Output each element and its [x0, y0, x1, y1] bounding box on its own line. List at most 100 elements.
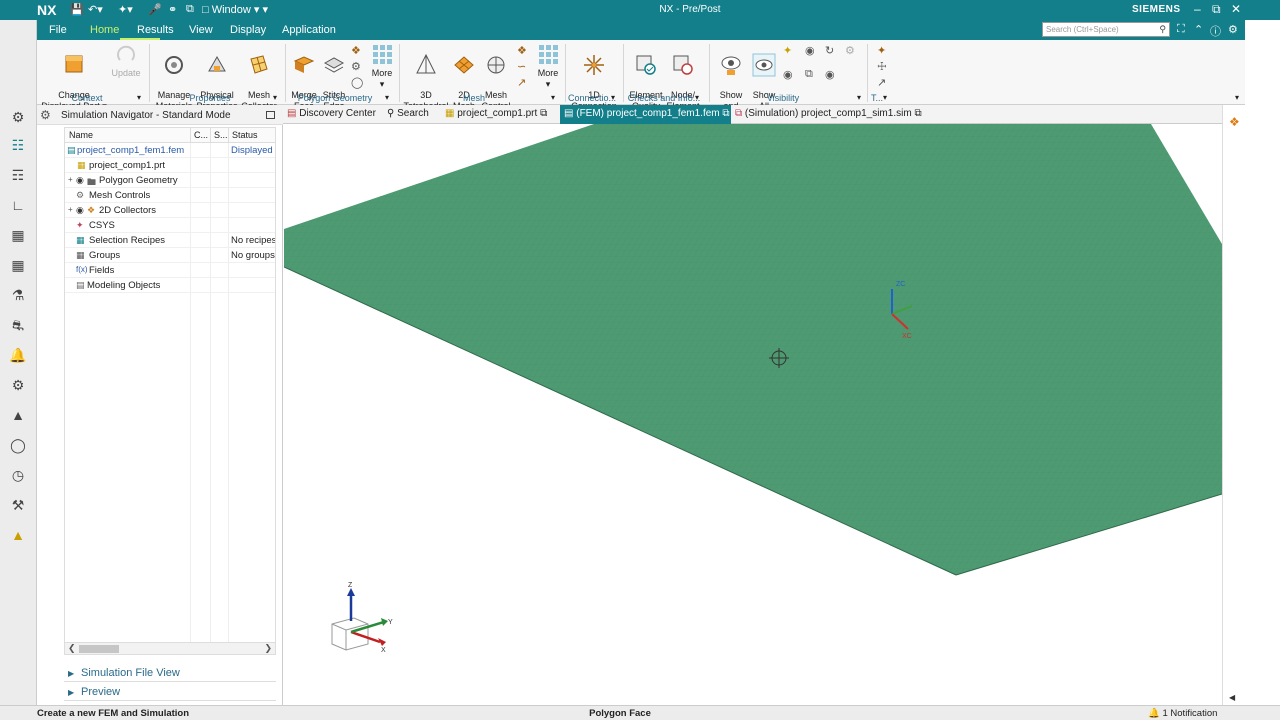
- simulation-navigator-icon[interactable]: ☷: [9, 136, 27, 154]
- history-icon[interactable]: ◷: [9, 466, 27, 484]
- ribbon-options-dropdown[interactable]: ▾: [1235, 93, 1239, 102]
- mesh-tool-icon-3[interactable]: ↗: [517, 76, 526, 89]
- eye-icon[interactable]: ◉: [76, 175, 84, 186]
- tree-row-part[interactable]: ▦ project_comp1.prt: [65, 158, 275, 173]
- expand-icon[interactable]: +: [68, 175, 73, 184]
- menu-application[interactable]: Application: [282, 24, 336, 36]
- settings-icon[interactable]: ⚙: [1228, 23, 1238, 36]
- tab-popout-icon[interactable]: ⧉: [722, 108, 729, 119]
- preview-section[interactable]: ▶ Preview: [64, 684, 276, 701]
- roles-icon[interactable]: ⛐: [9, 316, 27, 334]
- grid-icon[interactable]: ▦: [9, 256, 27, 274]
- tree-row-modeling-objects[interactable]: ▤ Modeling Objects: [65, 278, 275, 293]
- transform-tool-icon-1[interactable]: ✦: [877, 44, 886, 57]
- menu-view[interactable]: View: [189, 24, 213, 36]
- menu-home[interactable]: Home: [90, 24, 119, 36]
- tab-simulation[interactable]: ⧉ (Simulation) project_comp1_sim1.sim ⧉: [731, 105, 926, 124]
- tab-popout-icon[interactable]: ⧉: [914, 108, 921, 119]
- part-navigator-icon[interactable]: ☶: [9, 166, 27, 184]
- visibility-tool-icon-4[interactable]: ⧉: [805, 68, 813, 81]
- tree-row-csys[interactable]: ✦ CSYS: [65, 218, 275, 233]
- transform-tool-icon-3[interactable]: ↗: [877, 76, 886, 89]
- minimize-icon[interactable]: –: [1194, 2, 1201, 16]
- column-s[interactable]: S...: [214, 130, 228, 140]
- update-button[interactable]: Update: [109, 42, 143, 79]
- tab-search[interactable]: ⚲ Search: [383, 105, 433, 124]
- tree-row-selection-recipes[interactable]: ▦ Selection Recipes No recipes: [65, 233, 275, 248]
- window-menu[interactable]: □ Window ▾ ▾: [202, 3, 268, 16]
- undo-icon[interactable]: ↶▾: [88, 3, 103, 16]
- refresh-icon[interactable]: ↻: [825, 44, 834, 57]
- visibility-tool-icon-2[interactable]: ⚙: [845, 44, 855, 57]
- microphone-icon[interactable]: 🎤: [148, 3, 162, 16]
- polygon-tool-icon-2[interactable]: ⚙: [351, 60, 361, 73]
- scroll-thumb[interactable]: [79, 645, 119, 653]
- scroll-down-icon[interactable]: ◀: [1229, 693, 1235, 702]
- copy-icon[interactable]: ⧉: [186, 3, 194, 16]
- constraint-icon[interactable]: ⚗: [9, 286, 27, 304]
- column-status[interactable]: Status: [232, 130, 258, 140]
- simulation-file-view-section[interactable]: ▶ Simulation File View: [64, 665, 276, 682]
- tab-part[interactable]: ▦ project_comp1.prt ⧉: [441, 105, 551, 124]
- checks-group-dropdown[interactable]: ▾: [695, 93, 699, 102]
- reuse-library-icon[interactable]: ▦: [9, 226, 27, 244]
- navigator-horizontal-scrollbar[interactable]: ❮ ❯: [64, 642, 276, 655]
- 3d-tetrahedral-button[interactable]: 3D Tetrahedral: [403, 42, 449, 112]
- collapse-ribbon-icon[interactable]: ⌃: [1194, 23, 1203, 36]
- polygon-tool-icon-1[interactable]: ❖: [351, 44, 361, 57]
- menu-results[interactable]: Results: [137, 24, 174, 36]
- tree-row-fields[interactable]: f(x) Fields: [65, 263, 275, 278]
- column-c[interactable]: C...: [194, 130, 208, 140]
- command-search-input[interactable]: Search (Ctrl+Space) ⚲: [1042, 22, 1170, 37]
- tree-row-2d-collectors[interactable]: + ◉ ❖ 2D Collectors: [65, 203, 275, 218]
- tab-discovery-center[interactable]: ▤ Discovery Center: [283, 105, 380, 124]
- scroll-left-icon[interactable]: ❮: [68, 643, 76, 654]
- more-geometry-button[interactable]: More ▾: [367, 42, 397, 90]
- view-orient-icon[interactable]: ❖: [1229, 115, 1240, 129]
- tree-row-polygon-geometry[interactable]: + ◉ 🖿 Polygon Geometry: [65, 173, 275, 188]
- save-icon[interactable]: 💾: [70, 3, 84, 16]
- mesh-tool-icon-1[interactable]: ❖: [517, 44, 527, 57]
- notification-area[interactable]: 🔔 1 Notification: [1148, 708, 1217, 719]
- view-triad[interactable]: Z Y X: [331, 582, 393, 654]
- navigator-maximize-icon[interactable]: [266, 111, 275, 119]
- link-icon[interactable]: ⚭: [168, 3, 177, 16]
- navigator-settings-icon[interactable]: ⚙: [40, 108, 51, 122]
- polygon-tool-icon-3[interactable]: ◯: [351, 76, 363, 89]
- process-icon[interactable]: ⚙: [9, 376, 27, 394]
- eye-icon[interactable]: ◉: [76, 205, 84, 216]
- visibility-eye-icon[interactable]: ◉: [805, 44, 815, 57]
- fem-model-canvas[interactable]: ZC XC Z Y X: [284, 124, 1222, 705]
- scroll-right-icon[interactable]: ❯: [264, 643, 272, 654]
- visibility-tool-icon-3[interactable]: ◉: [783, 68, 793, 81]
- close-icon[interactable]: ✕: [1231, 2, 1241, 16]
- visibility-tool-icon-5[interactable]: ◉: [825, 68, 835, 81]
- visibility-tool-icon-1[interactable]: ✦: [783, 44, 792, 57]
- fullscreen-icon[interactable]: ⛶: [1177, 23, 1185, 36]
- connections-group-dropdown[interactable]: ▾: [611, 93, 615, 102]
- help-icon[interactable]: ⓘ: [1210, 23, 1221, 39]
- menu-file[interactable]: File: [49, 24, 67, 36]
- gear-icon[interactable]: ⚙: [9, 108, 27, 126]
- transform-tool-icon-2[interactable]: ☩: [877, 60, 887, 73]
- tab-fem[interactable]: ▤ (FEM) project_comp1_fem1.fem ⧉ ✕: [560, 105, 741, 124]
- mesh-group-dropdown[interactable]: ▾: [551, 93, 555, 102]
- mesh-tool-icon-2[interactable]: ∽: [517, 60, 526, 73]
- t-group-dropdown[interactable]: ▾: [883, 93, 887, 102]
- graphics-viewport[interactable]: ZC XC Z Y X: [284, 124, 1222, 705]
- more-mesh-button[interactable]: More ▾: [533, 42, 563, 90]
- tree-row-mesh-controls[interactable]: ⚙ Mesh Controls: [65, 188, 275, 203]
- tools-icon[interactable]: ⚒: [9, 496, 27, 514]
- restore-icon[interactable]: ⧉: [1212, 2, 1221, 17]
- tab-popout-icon[interactable]: ⧉: [540, 108, 547, 119]
- measure-icon[interactable]: ▲: [9, 406, 27, 424]
- palette-icon[interactable]: ▲: [9, 526, 27, 544]
- web-browser-icon[interactable]: ◯: [9, 436, 27, 454]
- tree-row-groups[interactable]: ▦ Groups No groups: [65, 248, 275, 263]
- search-icon[interactable]: ⚲: [1159, 24, 1166, 35]
- menu-display[interactable]: Display: [230, 24, 266, 36]
- command-finder-icon[interactable]: ✦▾: [118, 3, 133, 16]
- tree-row-fem[interactable]: ▤ project_comp1_fem1.fem Displayed: [65, 143, 275, 158]
- visibility-group-dropdown[interactable]: ▾: [857, 93, 861, 102]
- context-group-dropdown[interactable]: ▾: [137, 93, 141, 102]
